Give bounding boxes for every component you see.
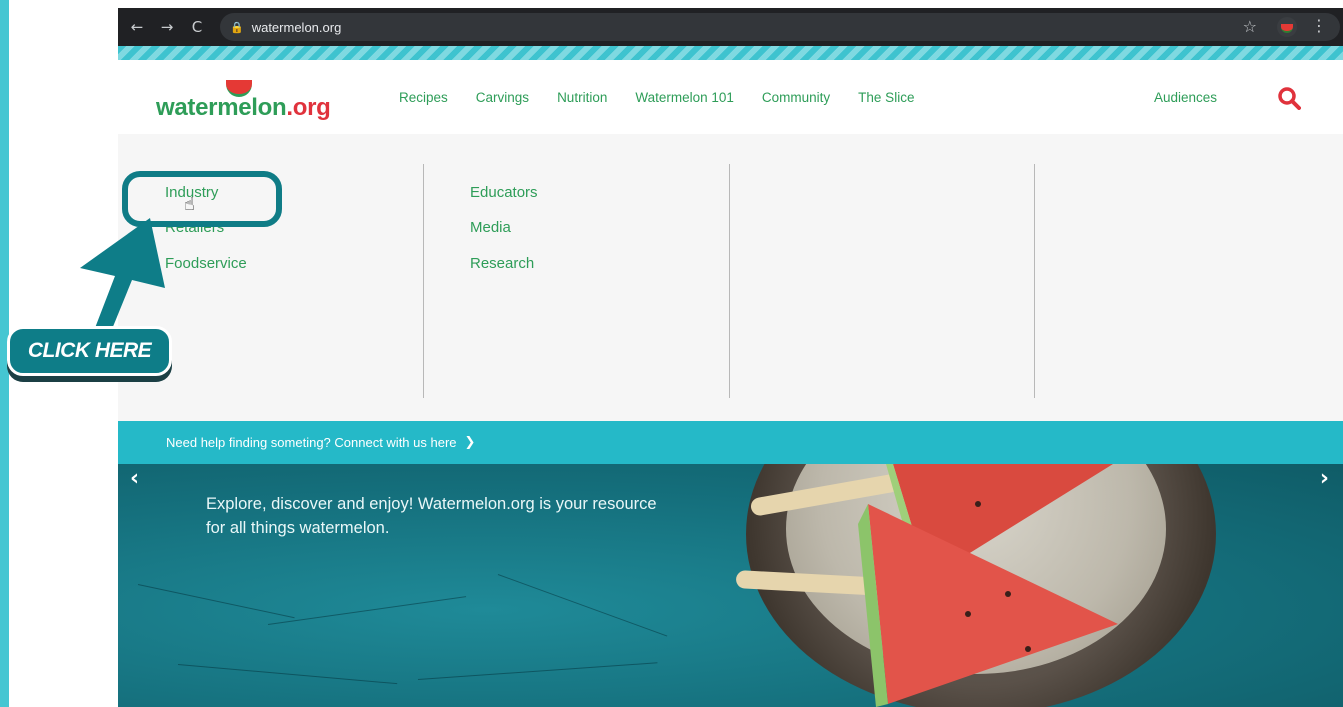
- browser-toolbar: ← → C 🔒 watermelon.org ☆ ⋮: [118, 8, 1343, 46]
- bookmark-star-icon[interactable]: ☆: [1243, 17, 1257, 36]
- logo-suffix: .org: [286, 94, 331, 121]
- decorative-pattern-strip: [118, 46, 1343, 60]
- nav-audiences[interactable]: Audiences: [1154, 90, 1217, 105]
- address-bar[interactable]: 🔒 watermelon.org: [220, 13, 1340, 41]
- menu-link-research[interactable]: Research: [470, 255, 534, 272]
- column-divider: [1034, 164, 1035, 398]
- site-header: watermelon.org Recipes Carvings Nutritio…: [118, 60, 1343, 135]
- nav-recipes[interactable]: Recipes: [399, 90, 448, 105]
- callout-arrow-icon: [80, 218, 165, 334]
- menu-link-educators[interactable]: Educators: [470, 184, 538, 201]
- site-logo[interactable]: watermelon.org: [156, 94, 331, 122]
- hero-text: Explore, discover and enjoy! Watermelon.…: [206, 495, 657, 537]
- nav-community[interactable]: Community: [762, 90, 830, 105]
- nav-watermelon-101[interactable]: Watermelon 101: [635, 90, 734, 105]
- forward-arrow-icon[interactable]: →: [156, 18, 178, 36]
- column-divider: [423, 164, 424, 398]
- nav-the-slice[interactable]: The Slice: [858, 90, 914, 105]
- main-nav: Recipes Carvings Nutrition Watermelon 10…: [399, 90, 942, 105]
- search-icon[interactable]: [1277, 86, 1301, 110]
- nav-carvings[interactable]: Carvings: [476, 90, 529, 105]
- browser-menu-icon[interactable]: ⋮: [1311, 16, 1327, 35]
- help-bar-text: Need help finding someting? Connect with…: [166, 435, 457, 450]
- watermelon-slices-image: [858, 464, 1118, 707]
- url-text: watermelon.org: [251, 19, 342, 35]
- hand-cursor-icon: ☝: [184, 194, 195, 215]
- help-bar[interactable]: Need help finding someting? Connect with…: [118, 421, 1343, 464]
- audiences-dropdown: Industry Retailers Foodservice Educators…: [118, 134, 1343, 421]
- texture-crack: [267, 596, 467, 625]
- logo-text: watermelon: [156, 94, 287, 121]
- nav-nutrition[interactable]: Nutrition: [557, 90, 607, 105]
- lock-icon: 🔒: [230, 20, 244, 34]
- column-divider: [729, 164, 730, 398]
- texture-crack: [497, 574, 668, 637]
- reload-icon[interactable]: C: [186, 18, 208, 36]
- texture-crack: [177, 664, 398, 685]
- texture-crack: [137, 584, 295, 619]
- extension-watermelon-icon[interactable]: [1277, 17, 1297, 37]
- texture-crack: [417, 662, 658, 680]
- carousel-next-arrow-icon[interactable]: ›: [1320, 466, 1329, 491]
- back-arrow-icon[interactable]: ←: [126, 18, 148, 36]
- menu-link-media[interactable]: Media: [470, 219, 511, 236]
- click-here-callout: CLICK HERE: [7, 326, 172, 376]
- carousel-prev-arrow-icon[interactable]: ‹: [130, 466, 139, 491]
- chevron-right-icon: ❯: [464, 435, 476, 450]
- hero-banner: ‹ Explore, discover and enjoy! Watermelo…: [118, 464, 1343, 707]
